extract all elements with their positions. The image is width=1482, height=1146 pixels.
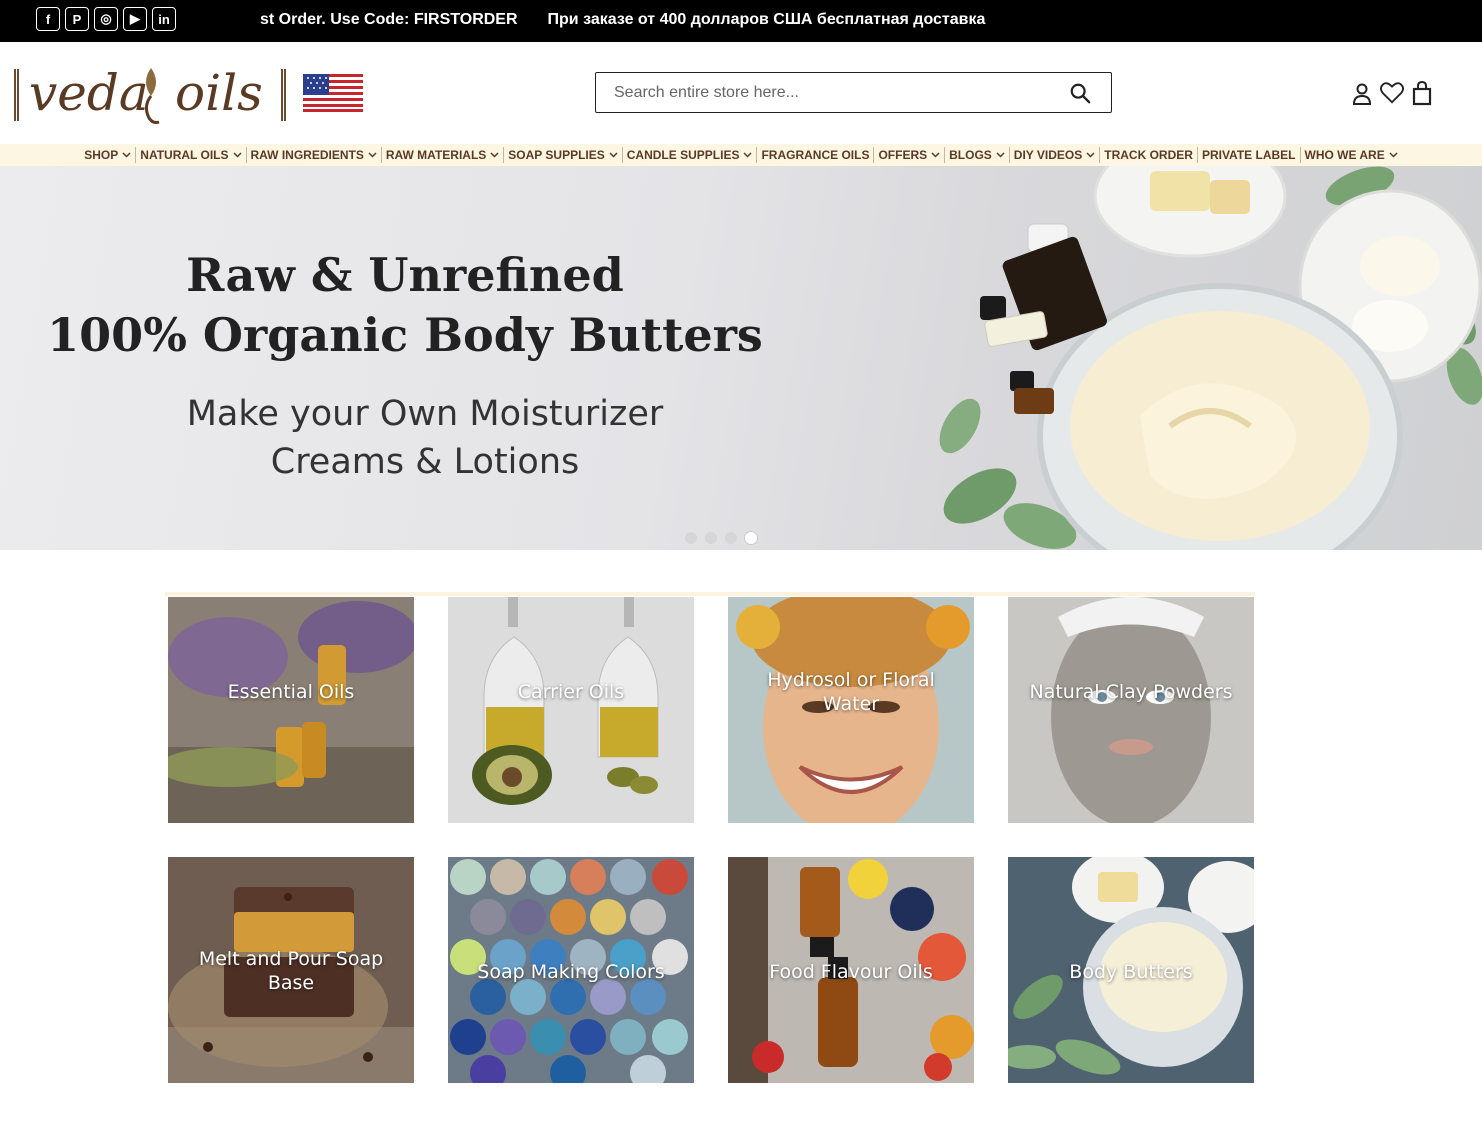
- nav-item-fragrance-oils[interactable]: FRAGRANCE OILS: [756, 147, 873, 163]
- hero-subtitle-line-1: Make your Own Moisturizer: [186, 394, 664, 434]
- category-tile-clay-powders[interactable]: Natural Clay Powders: [1008, 597, 1254, 823]
- category-label: Melt and Pour Soap Base: [198, 948, 384, 994]
- category-tile-essential-oils[interactable]: Essential Oils: [168, 597, 414, 823]
- carousel-dot-1[interactable]: [685, 532, 697, 544]
- chevron-down-icon: [743, 152, 752, 158]
- search-box: [595, 72, 1112, 113]
- cart-bag-icon[interactable]: [1410, 80, 1434, 106]
- category-tile-hydrosol[interactable]: Hydrosol or Floral Water: [728, 597, 974, 823]
- nav-item-who-we-are[interactable]: WHO WE ARE: [1299, 147, 1402, 163]
- promo-marquee: st Order. Use Code: FIRSTORDER При заказ…: [260, 11, 985, 29]
- chevron-down-icon: [996, 152, 1005, 158]
- category-label: Carrier Oils: [517, 681, 625, 703]
- category-tile-carrier-oils[interactable]: Carrier Oils: [448, 597, 694, 823]
- nav-item-diy-videos[interactable]: DIY VIDEOS: [1008, 147, 1099, 163]
- chevron-down-icon: [490, 152, 499, 158]
- youtube-icon[interactable]: ▶: [123, 7, 147, 31]
- category-label: Body Butters: [1069, 961, 1193, 983]
- usa-flag-icon[interactable]: [303, 74, 363, 112]
- nav-item-soap-supplies[interactable]: SOAP SUPPLIES: [503, 147, 621, 163]
- chevron-down-icon: [609, 152, 618, 158]
- chevron-down-icon: [1086, 152, 1095, 158]
- category-tile-soap-colors[interactable]: Soap Making Colors: [448, 857, 694, 1083]
- carrier-oils-image: [448, 597, 694, 823]
- nav-label: BLOGS: [949, 148, 992, 162]
- category-tile-body-butters[interactable]: Body Butters: [1008, 857, 1254, 1083]
- nav-label: FRAGRANCE OILS: [761, 148, 870, 162]
- search-input[interactable]: [596, 73, 1056, 112]
- carousel-dot-3[interactable]: [725, 532, 737, 544]
- nav-label: RAW INGREDIENTS: [250, 148, 364, 162]
- essential-oils-image: [168, 597, 414, 823]
- pinterest-icon[interactable]: P: [65, 7, 89, 31]
- nav-label: TRACK ORDER: [1104, 148, 1193, 162]
- nav-label: RAW MATERIALS: [385, 148, 487, 162]
- category-label: Essential Oils: [227, 681, 355, 703]
- category-label: Soap Making Colors: [477, 961, 665, 983]
- social-links: f P ◎ ▶ in: [36, 7, 176, 31]
- nav-label: WHO WE ARE: [1304, 148, 1385, 162]
- carousel-dot-4[interactable]: [745, 532, 757, 544]
- promo-text-2: При заказе от 400 долларов США бесплатна…: [547, 11, 986, 28]
- logo-divider-right: [281, 69, 286, 121]
- nav-label: DIY VIDEOS: [1013, 148, 1083, 162]
- nav-item-offers[interactable]: OFFERS: [873, 147, 944, 163]
- hero-carousel-dots: [685, 532, 757, 544]
- category-tile-melt-and-pour[interactable]: Melt and Pour Soap Base: [168, 857, 414, 1083]
- category-label: Natural Clay Powders: [1029, 681, 1233, 703]
- veda-oils-logo[interactable]: veda oils: [8, 58, 298, 132]
- nav-item-blogs[interactable]: BLOGS: [944, 147, 1009, 163]
- svg-text:veda: veda: [29, 64, 149, 122]
- hero-title-line-1: Raw & Unrefined: [186, 248, 624, 302]
- nav-label: NATURAL OILS: [140, 148, 229, 162]
- nav-label: CANDLE SUPPLIES: [626, 148, 740, 162]
- nav-item-track-order[interactable]: TRACK ORDER: [1099, 147, 1197, 163]
- facebook-icon[interactable]: f: [36, 7, 60, 31]
- wishlist-heart-icon[interactable]: [1380, 80, 1404, 106]
- linkedin-icon[interactable]: in: [152, 7, 176, 31]
- nav-label: SHOP: [84, 148, 119, 162]
- header-actions: [1350, 80, 1434, 106]
- top-bar: f P ◎ ▶ in st Order. Use Code: FIRSTORDE…: [0, 0, 1482, 42]
- category-label: Food Flavour Oils: [769, 961, 933, 983]
- section-divider: [165, 592, 1255, 596]
- hero-banner[interactable]: Raw & Unrefined 100% Organic Body Butter…: [0, 166, 1482, 550]
- promo-text-1: st Order. Use Code: FIRSTORDER: [260, 11, 518, 28]
- chevron-down-icon: [122, 152, 131, 158]
- instagram-icon[interactable]: ◎: [94, 7, 118, 31]
- nav-item-natural-oils[interactable]: NATURAL OILS: [135, 147, 245, 163]
- search-icon[interactable]: [1069, 82, 1091, 104]
- chevron-down-icon: [232, 152, 242, 158]
- chevron-down-icon: [1389, 152, 1398, 158]
- nav-item-shop[interactable]: SHOP: [80, 147, 135, 163]
- category-tile-food-flavour[interactable]: Food Flavour Oils: [728, 857, 974, 1083]
- carousel-dot-2[interactable]: [705, 532, 717, 544]
- site-header: veda oils: [0, 42, 1482, 144]
- chevron-down-icon: [368, 152, 377, 158]
- body-butter-jar-image: [939, 166, 1482, 550]
- logo-wordmark-icon: veda oils: [29, 64, 263, 124]
- nav-label: OFFERS: [878, 148, 928, 162]
- logo-divider-left: [14, 69, 19, 121]
- hero-title-line-2: 100% Organic Body Butters: [47, 308, 763, 362]
- category-label: Hydrosol or Floral Water: [767, 669, 935, 715]
- nav-item-candle-supplies[interactable]: CANDLE SUPPLIES: [621, 147, 757, 163]
- account-icon[interactable]: [1350, 80, 1374, 106]
- nav-label: SOAP SUPPLIES: [508, 148, 605, 162]
- nav-label: PRIVATE LABEL: [1201, 148, 1296, 162]
- main-navigation: SHOP NATURAL OILS RAW INGREDIENTS RAW MA…: [0, 144, 1482, 166]
- clay-powders-image: [1008, 597, 1254, 823]
- nav-item-raw-materials[interactable]: RAW MATERIALS: [380, 147, 503, 163]
- chevron-down-icon: [931, 152, 940, 158]
- nav-item-raw-ingredients[interactable]: RAW INGREDIENTS: [245, 147, 381, 163]
- nav-item-private-label[interactable]: PRIVATE LABEL: [1196, 147, 1300, 163]
- hero-subtitle-line-2: Creams & Lotions: [270, 442, 580, 482]
- svg-text:oils: oils: [175, 64, 263, 122]
